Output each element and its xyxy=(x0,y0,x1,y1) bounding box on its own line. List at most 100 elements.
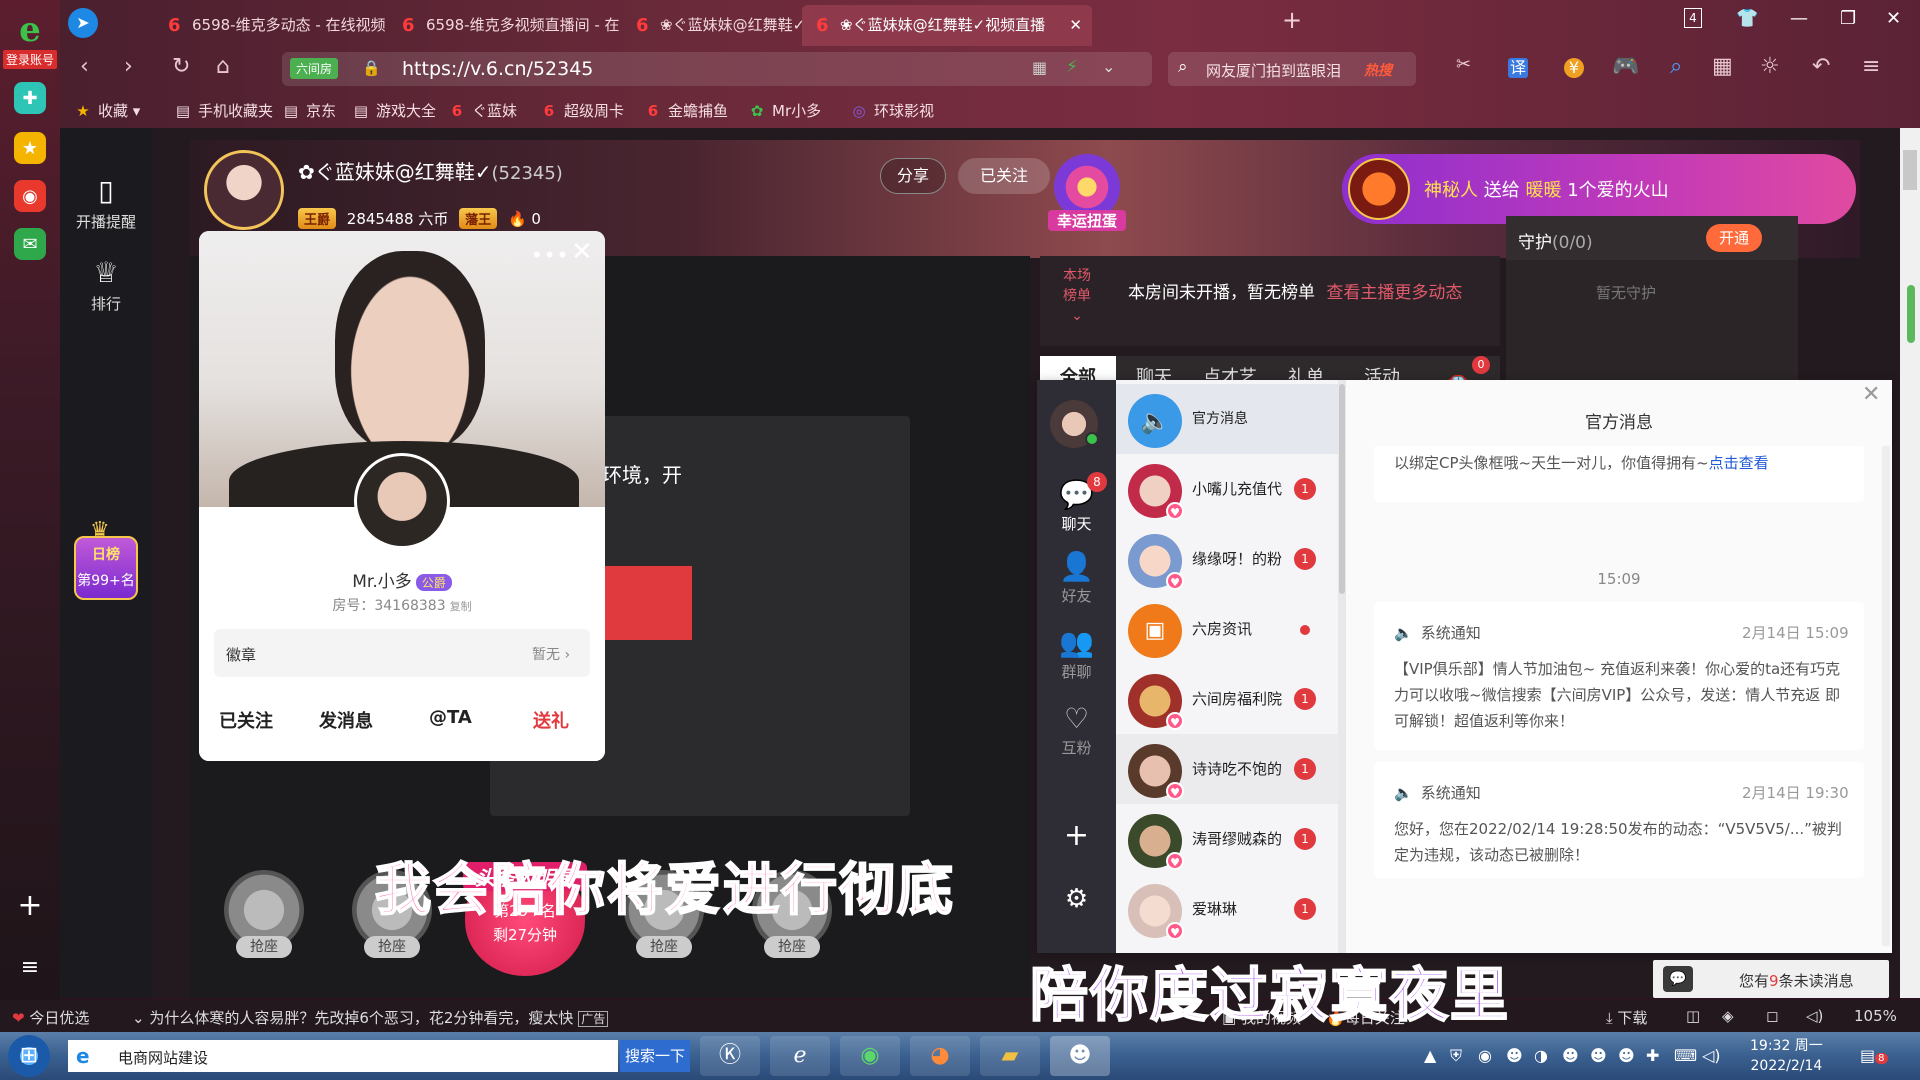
new-tab-icon[interactable]: + xyxy=(1282,6,1302,34)
lightning-icon[interactable]: ⚡ xyxy=(1066,57,1078,77)
session-rank[interactable]: 本场榜单 ⌄ xyxy=(1062,266,1092,326)
weibo-icon[interactable]: ◉ xyxy=(14,180,46,212)
followed-action[interactable]: 已关注 xyxy=(219,707,273,733)
more-icon[interactable]: ••• xyxy=(531,243,569,267)
wifi-icon[interactable]: ◈ xyxy=(1722,1007,1734,1025)
login-label[interactable]: 登录账号 xyxy=(2,50,57,69)
bookmark-mr[interactable]: ✿ Mr小多 xyxy=(748,100,821,121)
plus-circle-icon[interactable]: ✚ xyxy=(14,82,46,114)
qq-app-icon[interactable]: ☻ xyxy=(1050,1036,1110,1076)
bookmark-games[interactable]: ▤ 游戏大全 xyxy=(352,100,436,121)
tab-4-active[interactable]: 6 ❀ぐ蓝妹妹@红舞鞋✓视频直播 ✕ xyxy=(802,5,1092,46)
list-scrollbar-thumb[interactable] xyxy=(1339,384,1345,594)
list-item[interactable]: ▣ 六房资讯 xyxy=(1116,594,1338,664)
guard-open-button[interactable]: 开通 xyxy=(1706,224,1762,252)
bookmark-fish[interactable]: 6 金蟾捕鱼 xyxy=(644,100,728,121)
detail-scrollbar[interactable] xyxy=(1882,446,1890,946)
bookmark-favorites[interactable]: ★ 收藏 ▾ xyxy=(74,100,140,121)
send-gift-action[interactable]: 送礼 xyxy=(533,707,569,733)
game-icon[interactable]: 🎮 xyxy=(1612,54,1639,79)
conversation-official[interactable]: 🔈 官方消息 xyxy=(1116,384,1338,454)
folder-app-icon[interactable]: ▰ xyxy=(980,1036,1040,1076)
add-icon[interactable]: + xyxy=(1037,818,1116,853)
seat-1[interactable]: 抢座 xyxy=(210,870,318,976)
zoom-level[interactable]: 105% xyxy=(1854,1007,1897,1025)
list-item[interactable]: ♥ 涛哥缪贼森的 1 xyxy=(1116,804,1338,874)
news-headline[interactable]: ⌄ 为什么体寒的人容易胖？先改掉6个恶习，花2分钟看完，瘦太快 广告 xyxy=(132,1007,609,1028)
profile-avatar[interactable] xyxy=(354,453,450,549)
skin-icon[interactable]: 👕 xyxy=(1736,8,1758,29)
minimize-icon[interactable]: — xyxy=(1790,8,1808,29)
taskbar-search-button[interactable]: 搜索一下 xyxy=(620,1040,690,1072)
bookmark-blue[interactable]: 6 ぐ蓝妹 xyxy=(448,100,517,121)
host-avatar[interactable] xyxy=(204,150,284,230)
tray-app-icon[interactable]: ◑ xyxy=(1534,1046,1548,1065)
sound-icon[interactable]: ◫ xyxy=(1686,1007,1700,1025)
mention-action[interactable]: @TA xyxy=(429,707,472,728)
close-panel-icon[interactable]: ✕ xyxy=(1862,382,1880,407)
side-scroll-indicator[interactable] xyxy=(1907,285,1915,343)
page-scrollbar[interactable] xyxy=(1900,128,1920,998)
close-tab-icon[interactable]: ✕ xyxy=(1069,5,1082,46)
tray-shield-icon[interactable]: ⛨ xyxy=(1450,1046,1462,1066)
list-item[interactable]: ♥ 爱琳琳 1 xyxy=(1116,874,1338,944)
mail-icon[interactable]: ✉ xyxy=(14,228,46,260)
refresh-icon[interactable]: ↻ xyxy=(172,54,190,79)
ranking[interactable]: ♕ 排行 xyxy=(60,256,152,314)
close-window-icon[interactable]: ✕ xyxy=(1886,8,1901,29)
browser-app-icon[interactable]: ◉ xyxy=(840,1036,900,1076)
bookmark-mobile[interactable]: ▤ 手机收藏夹 xyxy=(174,100,273,121)
apps-icon[interactable]: ▦ xyxy=(1712,54,1733,79)
forward-icon[interactable]: › xyxy=(124,54,133,79)
main-menu-icon[interactable]: ≡ xyxy=(1862,54,1880,79)
tray-qq-icon[interactable]: ☻ xyxy=(1590,1046,1607,1065)
medal-row[interactable]: 徽章 暂无 › xyxy=(214,629,590,677)
lucky-egg[interactable]: 幸运扭蛋 xyxy=(1048,154,1126,238)
tray-browser-icon[interactable]: ◉ xyxy=(1478,1046,1492,1065)
nav-groups[interactable]: 👥 群聊 xyxy=(1037,626,1116,682)
tray-qq-icon[interactable]: ☻ xyxy=(1618,1046,1635,1065)
bookmark-global[interactable]: ◎ 环球影视 xyxy=(850,100,934,121)
list-item[interactable]: ♥ 六间房福利院 1 xyxy=(1116,664,1338,734)
today-pick[interactable]: ❤ 今日优选 xyxy=(12,1007,89,1028)
tab-count[interactable]: 4 xyxy=(1684,8,1702,28)
list-item[interactable]: ♥ 小嘴儿充值代 1 xyxy=(1116,454,1338,524)
address-bar[interactable]: 六间房 🔒 https://v.6.cn/52345 ▦ ⚡ ⌄ xyxy=(282,52,1152,86)
tray-volume-icon[interactable]: ◁) xyxy=(1702,1046,1721,1065)
download[interactable]: ⤓ 下载 xyxy=(1606,1007,1647,1028)
k-app-icon[interactable]: Ⓚ xyxy=(700,1036,760,1076)
menu-icon[interactable]: ≡ xyxy=(14,955,46,980)
tray-arrow-icon[interactable]: ▲ xyxy=(1424,1046,1436,1065)
nav-fans[interactable]: ♡ 互粉 xyxy=(1037,702,1116,758)
page-scrollbar-thumb[interactable] xyxy=(1903,150,1917,190)
back-icon[interactable]: ‹ xyxy=(80,54,89,79)
notification-icon[interactable]: ▤ 8 xyxy=(1860,1046,1888,1065)
chrome-app-icon[interactable]: ◕ xyxy=(910,1036,970,1076)
daily-rank-badge[interactable]: ♛ 日榜 第99+名 xyxy=(72,518,140,610)
bookmark-jd[interactable]: ▤ 京东 xyxy=(282,100,336,121)
list-item[interactable]: ♥ 缘缘呀！的粉 1 xyxy=(1116,524,1338,594)
search-box[interactable]: ⌕ 网友厦门拍到蓝眼泪 热搜 xyxy=(1168,52,1416,86)
tray-qq-icon[interactable]: ☻ xyxy=(1562,1046,1579,1065)
home-icon[interactable]: ⌂ xyxy=(216,54,230,79)
url-text[interactable]: https://v.6.cn/52345 xyxy=(402,58,593,80)
add-icon[interactable]: + xyxy=(14,888,46,923)
send-message-action[interactable]: 发消息 xyxy=(319,707,373,733)
translate-icon[interactable]: 译 xyxy=(1508,58,1528,78)
tray-wechat-icon[interactable]: ✚ xyxy=(1646,1046,1659,1065)
taskbar-address[interactable]: e 电商网站建设 xyxy=(68,1040,618,1072)
settings-gear-icon[interactable]: ⚙ xyxy=(1037,884,1116,914)
nav-friends[interactable]: 👤 好友 xyxy=(1037,550,1116,606)
ie-app-icon[interactable]: ℯ xyxy=(770,1036,830,1076)
clock[interactable]: 19:32 周一 2022/2/14 xyxy=(1750,1036,1823,1076)
search-text[interactable]: 网友厦门拍到蓝眼泪 xyxy=(1206,60,1341,81)
coin-icon[interactable]: ¥ xyxy=(1564,58,1584,78)
more-updates-link[interactable]: 查看主播更多动态 xyxy=(1326,283,1462,303)
undo-icon[interactable]: ↶ xyxy=(1812,54,1830,79)
unread-messages-bar[interactable]: 💬 您有9条未读消息 xyxy=(1653,960,1889,998)
qr-icon[interactable]: ▦ xyxy=(1032,58,1047,77)
live-remind[interactable]: ▯ 开播提醒 xyxy=(60,174,152,232)
tray-keyboard-icon[interactable]: ⌨ xyxy=(1674,1046,1697,1065)
find-icon[interactable]: ⌕ xyxy=(1670,54,1682,79)
window-icon[interactable]: ◻ xyxy=(1766,1007,1778,1025)
